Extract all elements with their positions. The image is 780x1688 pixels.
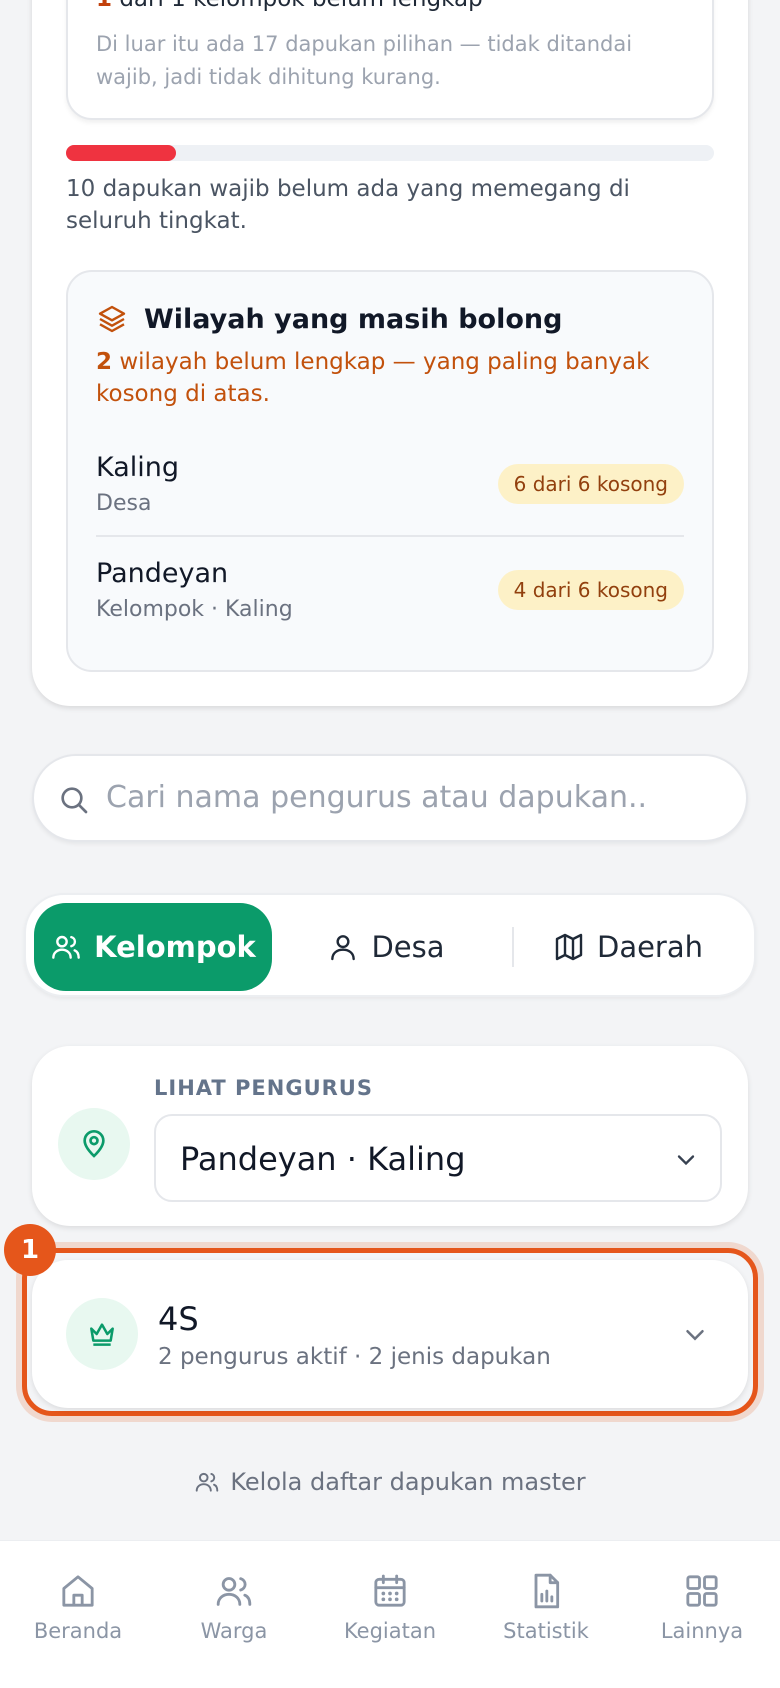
summary-missing-count: 1	[96, 0, 112, 12]
divider	[96, 535, 684, 537]
summary-missing-text: dari 1 kelompok belum lengkap	[112, 0, 482, 12]
tab-label: Daerah	[596, 930, 704, 964]
role-subtitle: 2 pengurus aktif · 2 jenis dapukan	[158, 1344, 551, 1370]
role-card-4s[interactable]: 4S 2 pengurus aktif · 2 jenis dapukan	[32, 1260, 748, 1408]
progress-bar	[66, 145, 714, 161]
grid-icon	[686, 1575, 718, 1607]
user-icon	[331, 935, 356, 961]
nav-label: Statistik	[503, 1619, 589, 1643]
group-select-value: Pandeyan · Kaling	[180, 1140, 466, 1178]
role-title: 4S	[158, 1300, 199, 1338]
region-type: Kelompok · Kaling	[96, 597, 293, 622]
nav-kegiatan[interactable]: Kegiatan	[312, 1571, 468, 1643]
incomplete-regions-title: Wilayah yang masih bolong	[144, 304, 563, 335]
summary-missing: 1 dari 1 kelompok belum lengkap	[96, 0, 483, 12]
progress-fill	[66, 145, 177, 161]
incomplete-regions-text: wilayah belum lengkap — yang paling bany…	[96, 349, 650, 407]
tab-label: Desa	[371, 930, 445, 964]
nav-label: Warga	[200, 1619, 268, 1643]
search-placeholder: Cari nama pengurus atau dapukan..	[106, 780, 648, 815]
users-icon	[52, 935, 81, 959]
layers-icon	[98, 305, 126, 333]
manage-master-link[interactable]: Kelola daftar dapukan master	[0, 1468, 780, 1496]
empty-count-badge: 4 dari 6 kosong	[497, 570, 684, 610]
nav-label: Beranda	[33, 1619, 123, 1643]
search-icon	[61, 787, 88, 814]
users-icon	[196, 1472, 219, 1492]
nav-warga[interactable]: Warga	[156, 1571, 312, 1643]
region-name[interactable]: Pandeyan	[96, 558, 228, 589]
pengurus-viewer-card: LIHAT PENGURUS Pandeyan · Kaling	[32, 1046, 748, 1226]
region-name[interactable]: Kaling	[96, 452, 179, 483]
highlight-marker: 1	[4, 1224, 56, 1276]
summary-note: Di luar itu ada 17 dapukan pilihan — tid…	[96, 32, 633, 89]
tab-kelompok[interactable]: Kelompok	[34, 903, 272, 991]
tab-desa[interactable]: Desa	[276, 903, 496, 991]
users-icon	[216, 1577, 252, 1606]
incomplete-regions-subtitle: 2 wilayah belum lengkap — yang paling ba…	[96, 346, 686, 410]
tab-label: Kelompok	[94, 930, 256, 964]
manage-master-label: Kelola daftar dapukan master	[230, 1468, 586, 1496]
home-icon	[62, 1575, 94, 1607]
progress-caption: 10 dapukan wajib belum ada yang memegang…	[66, 176, 630, 234]
nav-label: Lainnya	[660, 1619, 744, 1643]
nav-statistik[interactable]: Statistik	[468, 1571, 624, 1643]
crown-icon	[66, 1298, 138, 1370]
level-tabs: Kelompok Desa Daerah	[24, 893, 756, 997]
nav-beranda[interactable]: Beranda	[0, 1571, 156, 1643]
viewer-label: LIHAT PENGURUS	[154, 1076, 373, 1100]
group-select[interactable]: Pandeyan · Kaling	[154, 1114, 722, 1202]
tab-daerah[interactable]: Daerah	[516, 903, 740, 991]
divider	[512, 927, 514, 967]
region-type: Desa	[96, 491, 152, 516]
calendar-icon	[374, 1574, 406, 1607]
empty-count-badge: 6 dari 6 kosong	[497, 464, 684, 504]
chart-file-icon	[534, 1573, 560, 1609]
location-pin-icon	[58, 1108, 130, 1180]
nav-lainnya[interactable]: Lainnya	[624, 1571, 780, 1643]
incomplete-regions-count: 2	[96, 349, 113, 375]
search-input[interactable]: Cari nama pengurus atau dapukan..	[32, 754, 748, 842]
chevron-down-icon	[677, 1155, 695, 1166]
chevron-down-icon[interactable]	[680, 1320, 710, 1350]
nav-label: Kegiatan	[343, 1619, 437, 1643]
bottom-nav: Beranda Warga Kegiatan Statistik Lainnya	[0, 1540, 780, 1688]
map-icon	[555, 933, 583, 961]
